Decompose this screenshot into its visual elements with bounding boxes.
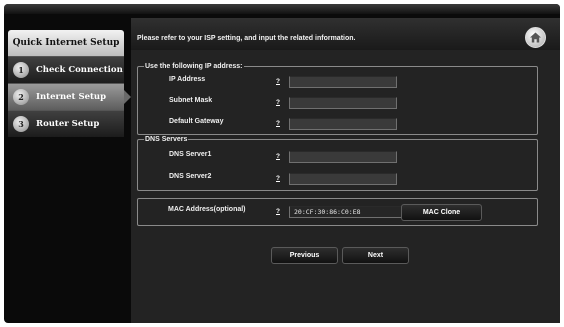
sidebar-item-label: Check Connection bbox=[36, 65, 123, 75]
previous-button[interactable]: Previous bbox=[271, 247, 338, 264]
main-header: Please refer to your ISP setting, and in… bbox=[131, 18, 560, 50]
sidebar-title: Quick Internet Setup bbox=[8, 30, 124, 56]
default-gateway-help-icon[interactable]: ? bbox=[276, 120, 280, 127]
mac-address-help-icon[interactable]: ? bbox=[276, 208, 280, 215]
active-arrow-icon bbox=[124, 90, 131, 104]
step-3-icon: 3 bbox=[13, 116, 29, 132]
ip-address-section: Use the following IP address: IP Address… bbox=[137, 63, 538, 135]
step-1-icon: 1 bbox=[13, 62, 29, 78]
step-2-icon: 2 bbox=[13, 89, 29, 105]
home-button[interactable] bbox=[525, 27, 546, 48]
mac-address-label: MAC Address(optional) bbox=[168, 206, 246, 213]
window-top-bar bbox=[4, 4, 560, 14]
sidebar-item-router-setup[interactable]: 3 Router Setup bbox=[8, 110, 124, 137]
sidebar-item-label: Router Setup bbox=[36, 119, 100, 129]
subnet-mask-label: Subnet Mask bbox=[169, 97, 213, 104]
sidebar-item-label: Internet Setup bbox=[36, 92, 107, 102]
subnet-mask-field[interactable] bbox=[289, 97, 397, 109]
default-gateway-field[interactable] bbox=[289, 118, 397, 130]
dns-server1-label: DNS Server1 bbox=[169, 151, 212, 158]
dns-servers-section: DNS Servers DNS Server1 ? DNS Server2 ? bbox=[137, 136, 538, 191]
router-window: Quick Internet Setup 1 Check Connection … bbox=[4, 4, 560, 323]
next-button[interactable]: Next bbox=[342, 247, 409, 264]
default-gateway-label: Default Gateway bbox=[169, 118, 224, 125]
dns-server2-field[interactable] bbox=[289, 173, 397, 185]
instruction-text: Please refer to your ISP setting, and in… bbox=[137, 35, 356, 42]
sidebar: Quick Internet Setup 1 Check Connection … bbox=[8, 30, 131, 137]
dns-server1-field[interactable] bbox=[289, 151, 397, 163]
mac-address-field[interactable] bbox=[289, 206, 407, 218]
sidebar-item-check-connection[interactable]: 1 Check Connection bbox=[8, 56, 124, 83]
dns-server2-label: DNS Server2 bbox=[169, 173, 212, 180]
subnet-mask-help-icon[interactable]: ? bbox=[276, 99, 280, 106]
dns-section-legend: DNS Servers bbox=[145, 136, 188, 143]
ip-address-help-icon[interactable]: ? bbox=[276, 78, 280, 85]
ip-section-legend: Use the following IP address: bbox=[145, 63, 243, 70]
ip-address-field[interactable] bbox=[289, 76, 397, 88]
mac-address-section: MAC Address(optional) ? MAC Clone bbox=[137, 198, 538, 226]
ip-address-label: IP Address bbox=[169, 76, 206, 83]
main-panel: Please refer to your ISP setting, and in… bbox=[131, 18, 560, 323]
dns-server2-help-icon[interactable]: ? bbox=[276, 175, 280, 182]
dns-server1-help-icon[interactable]: ? bbox=[276, 153, 280, 160]
home-icon bbox=[530, 32, 541, 43]
sidebar-item-internet-setup[interactable]: 2 Internet Setup bbox=[8, 83, 131, 110]
mac-clone-button[interactable]: MAC Clone bbox=[401, 204, 482, 221]
